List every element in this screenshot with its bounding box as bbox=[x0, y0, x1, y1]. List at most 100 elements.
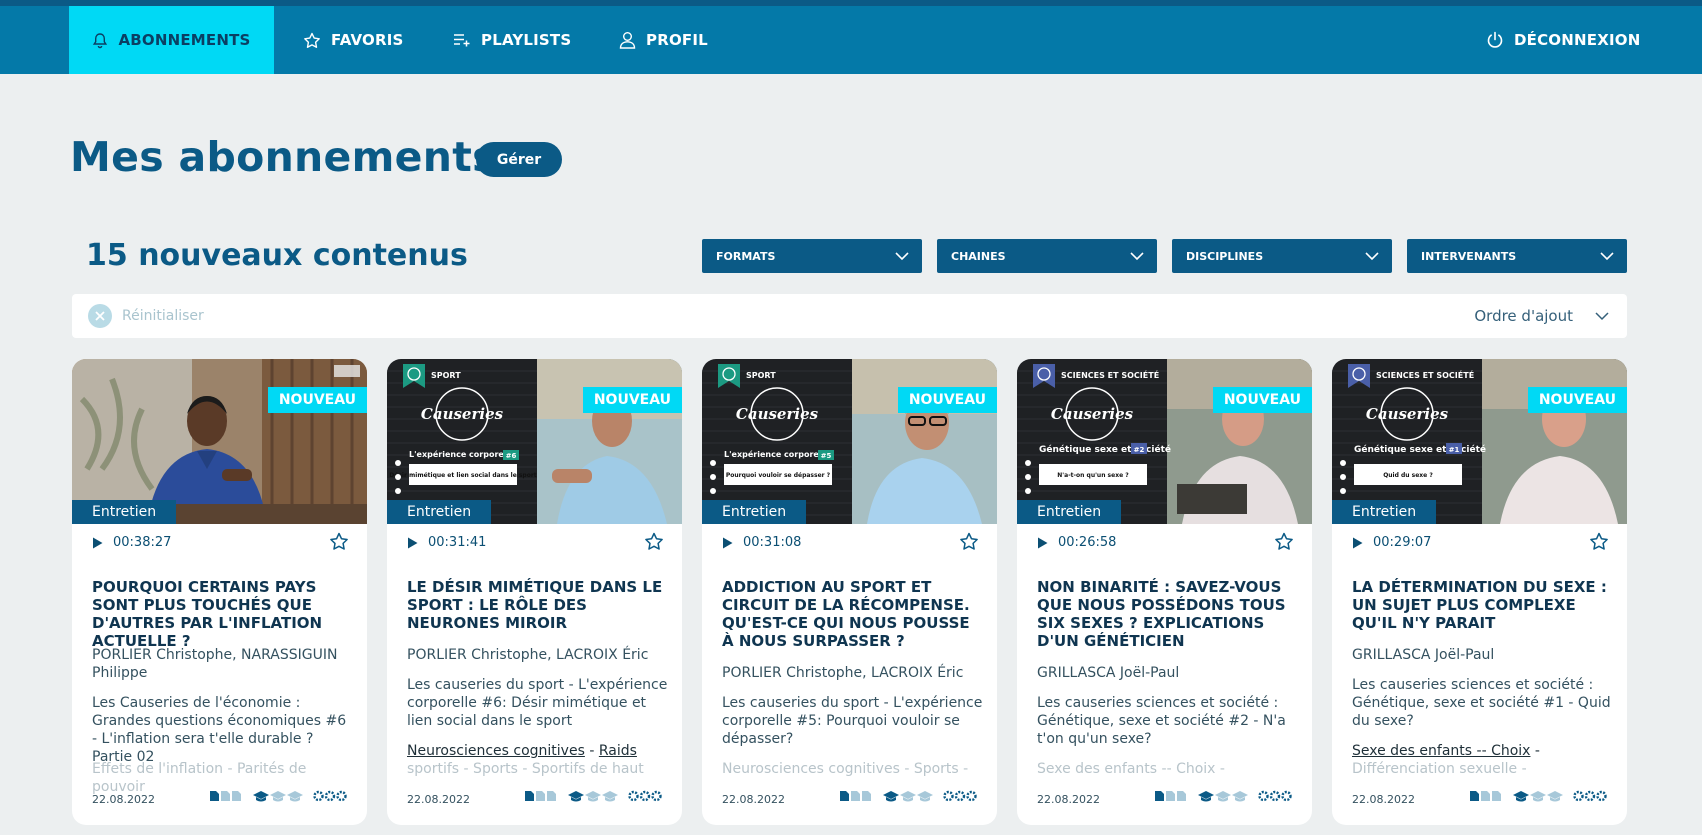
tag-link[interactable]: Neurosciences cognitives bbox=[407, 743, 585, 759]
page-title: Mes abonnements bbox=[70, 133, 497, 181]
level-indicators bbox=[1469, 790, 1607, 802]
card-title[interactable]: ADDICTION AU SPORT ET CIRCUIT DE LA RÉCO… bbox=[722, 578, 982, 650]
nav-tab-playlists[interactable]: PLAYLISTS bbox=[453, 6, 571, 74]
filter-formats[interactable]: FORMATS bbox=[702, 239, 922, 273]
duration: 00:31:08 bbox=[743, 535, 802, 550]
graduation-cap-icon bbox=[568, 791, 618, 802]
document-level-icon bbox=[1470, 791, 1501, 801]
level-indicators bbox=[839, 790, 977, 802]
format-badge: Entretien bbox=[1332, 500, 1437, 524]
sort-select[interactable]: Ordre d'ajout bbox=[1474, 307, 1573, 325]
level-indicators bbox=[209, 790, 347, 802]
graduation-cap-icon bbox=[1198, 791, 1248, 802]
star-icon bbox=[304, 32, 320, 48]
favorite-star-icon[interactable] bbox=[959, 532, 979, 551]
filter-label: FORMATS bbox=[716, 249, 776, 263]
slide-episode: #6 bbox=[506, 452, 517, 460]
card-title[interactable]: LE DÉSIR MIMÉTIQUE DANS LE SPORT : LE RÔ… bbox=[407, 578, 667, 632]
content-card[interactable]: Causeries L'expérience corporelle #6 Dés… bbox=[387, 359, 682, 825]
slide-question: Pourquoi vouloir se dépasser ? bbox=[726, 472, 831, 479]
play-icon[interactable] bbox=[1352, 537, 1363, 549]
filter-toolbar: Réinitialiser Ordre d'ajout bbox=[72, 294, 1627, 338]
slide-series-title: L'expérience corporelle bbox=[409, 449, 515, 459]
content-card[interactable]: Causeries Génétique sexe et société #1 Q… bbox=[1332, 359, 1627, 825]
channel-label: SPORT bbox=[431, 371, 461, 380]
play-icon[interactable] bbox=[407, 537, 418, 549]
favorite-star-icon[interactable] bbox=[644, 532, 664, 551]
card-authors: PORLIER Christophe, LACROIX Éric bbox=[722, 665, 964, 681]
manage-button[interactable]: Gérer bbox=[476, 142, 562, 177]
slide-episode: #5 bbox=[821, 452, 832, 460]
card-description: Les causeries du sport - L'expérience co… bbox=[722, 695, 983, 747]
logout-button[interactable]: DÉCONNEXION bbox=[1486, 6, 1640, 74]
slide-series-title: L'expérience corporelle bbox=[724, 449, 830, 459]
reset-label[interactable]: Réinitialiser bbox=[122, 308, 204, 324]
document-level-icon bbox=[210, 791, 241, 801]
tag-text: Sexe des enfants -- Choix - bbox=[1037, 761, 1225, 777]
new-badge: NOUVEAU bbox=[1527, 387, 1627, 413]
reset-button[interactable] bbox=[88, 304, 112, 328]
duration: 00:38:27 bbox=[113, 535, 172, 550]
video-thumbnail[interactable]: Causeries Génétique sexe et société #1 Q… bbox=[1332, 359, 1627, 524]
duration: 00:26:58 bbox=[1058, 535, 1117, 550]
filter-intervenants[interactable]: INTERVENANTS bbox=[1407, 239, 1627, 273]
play-icon[interactable] bbox=[1037, 537, 1048, 549]
level-indicators bbox=[1154, 790, 1292, 802]
nav-tab-profil[interactable]: PROFIL bbox=[619, 6, 708, 74]
tag-link[interactable]: Sexe des enfants -- Choix bbox=[1352, 743, 1530, 759]
graduation-cap-icon bbox=[1513, 791, 1563, 802]
play-icon[interactable] bbox=[722, 537, 733, 549]
new-badge: NOUVEAU bbox=[1212, 387, 1312, 413]
tag-link[interactable]: Raids bbox=[599, 743, 637, 759]
difficulty-gears-icon bbox=[313, 790, 347, 802]
card-authors: PORLIER Christophe, NARASSIGUIN Philippe bbox=[92, 647, 338, 681]
filter-disciplines[interactable]: DISCIPLINES bbox=[1172, 239, 1392, 273]
content-card[interactable]: NOUVEAU Entretien 00:38:27 POURQUOI CERT… bbox=[72, 359, 367, 825]
card-tags: Neurosciences cognitives - Raids sportif… bbox=[407, 743, 644, 777]
chevron-down-icon[interactable] bbox=[1595, 310, 1609, 322]
slide-question: Désir mimétique et lien social dans le s… bbox=[389, 472, 537, 479]
new-badge: NOUVEAU bbox=[897, 387, 997, 413]
favorite-star-icon[interactable] bbox=[1274, 532, 1294, 551]
channel-label: SCIENCES ET SOCIÉTÉ bbox=[1061, 371, 1160, 380]
card-date: 22.08.2022 bbox=[92, 793, 155, 806]
format-badge: Entretien bbox=[387, 500, 492, 524]
card-title[interactable]: POURQUOI CERTAINS PAYS SONT PLUS TOUCHÉS… bbox=[92, 578, 352, 650]
chevron-down-icon bbox=[1600, 252, 1614, 261]
play-icon[interactable] bbox=[92, 537, 103, 549]
video-thumbnail[interactable]: Causeries L'expérience corporelle #5 Pou… bbox=[702, 359, 997, 524]
video-thumbnail[interactable]: NOUVEAU Entretien bbox=[72, 359, 367, 524]
new-badge: NOUVEAU bbox=[582, 387, 682, 413]
card-title[interactable]: NON BINARITÉ : SAVEZ-VOUS QUE NOUS POSSÉ… bbox=[1037, 578, 1297, 650]
video-thumbnail[interactable]: Causeries Génétique sexe et société #2 N… bbox=[1017, 359, 1312, 524]
filter-chaines[interactable]: CHAINES bbox=[937, 239, 1157, 273]
difficulty-gears-icon bbox=[1573, 790, 1607, 802]
difficulty-gears-icon bbox=[1258, 790, 1292, 802]
card-date: 22.08.2022 bbox=[1352, 793, 1415, 806]
content-card[interactable]: Causeries Génétique sexe et société #2 N… bbox=[1017, 359, 1312, 825]
favorite-star-icon[interactable] bbox=[1589, 532, 1609, 551]
tag-text: Différenciation sexuelle - bbox=[1352, 761, 1527, 777]
card-title[interactable]: LA DÉTERMINATION DU SEXE : UN SUJET PLUS… bbox=[1352, 578, 1612, 632]
slide-episode: #2 bbox=[1134, 446, 1145, 454]
filter-label: INTERVENANTS bbox=[1421, 249, 1517, 263]
chevron-down-icon bbox=[1130, 252, 1144, 261]
card-date: 22.08.2022 bbox=[722, 793, 785, 806]
favorite-star-icon[interactable] bbox=[329, 532, 349, 551]
document-level-icon bbox=[840, 791, 871, 801]
nav-tab-favoris[interactable]: FAVORIS bbox=[303, 6, 404, 74]
video-thumbnail[interactable]: Causeries L'expérience corporelle #6 Dés… bbox=[387, 359, 682, 524]
card-authors: PORLIER Christophe, LACROIX Éric bbox=[407, 647, 649, 663]
nav-tab-abonnements[interactable]: ABONNEMENTS bbox=[69, 6, 274, 74]
graduation-cap-icon bbox=[253, 791, 303, 802]
slide-episode: #1 bbox=[1449, 446, 1460, 454]
content-card[interactable]: Causeries L'expérience corporelle #5 Pou… bbox=[702, 359, 997, 825]
content-count-title: 15 nouveaux contenus bbox=[86, 238, 468, 273]
nav-tab-label: ABONNEMENTS bbox=[118, 31, 251, 49]
slide-question: Quid du sexe ? bbox=[1383, 472, 1433, 479]
format-badge: Entretien bbox=[702, 500, 807, 524]
causeries-logo: Causeries bbox=[736, 405, 819, 423]
logout-label: DÉCONNEXION bbox=[1514, 31, 1641, 49]
causeries-logo: Causeries bbox=[1051, 405, 1134, 423]
duration: 00:31:41 bbox=[428, 535, 487, 550]
